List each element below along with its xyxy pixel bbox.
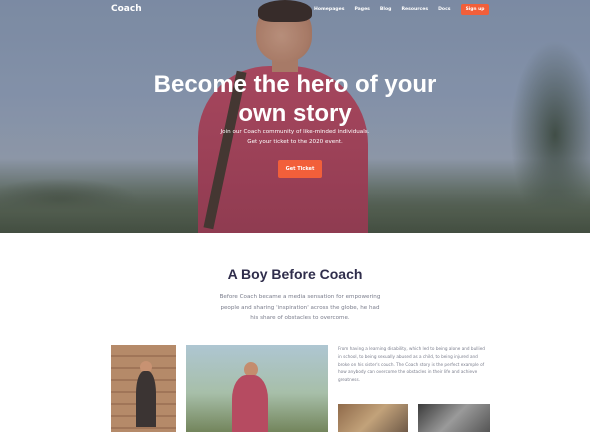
nav-item-pages[interactable]: Pages [354, 7, 369, 12]
nav-item-blog[interactable]: Blog [380, 7, 392, 12]
signup-button[interactable]: Sign up [461, 4, 489, 15]
hero-section: Coach Homepages Pages Blog Resources Doc… [0, 0, 590, 233]
hero-subtitle: Join our Coach community of like-minded … [190, 127, 400, 147]
nav-item-homepages[interactable]: Homepages [314, 7, 344, 12]
hero-title: Become the hero of your own story [150, 70, 440, 128]
nav-item-resources[interactable]: Resources [401, 7, 428, 12]
hero-title-line-1: Become the hero of your [153, 71, 437, 98]
story-title: A Boy Before Coach [227, 266, 363, 282]
top-navbar: Coach Homepages Pages Blog Resources Doc… [0, 0, 590, 20]
story-photo-reading [111, 345, 176, 432]
nav-menu: Homepages Pages Blog Resources Docs [314, 7, 451, 12]
story-intro-text: Before Coach became a media sensation fo… [205, 292, 395, 324]
story-intro-line-3: his share of obstacles to overcome. [250, 315, 350, 321]
nav-item-docs[interactable]: Docs [438, 7, 450, 12]
photo-person-body [232, 375, 268, 432]
story-photo-couple [338, 404, 408, 432]
site-logo[interactable]: Coach [111, 4, 142, 14]
story-intro-line-2: people and sharing 'inspiration' across … [220, 304, 380, 311]
story-photo-bw [418, 404, 490, 432]
photo-person-body [136, 371, 156, 427]
hero-subtitle-line-1: Join our Coach community of like-minded … [220, 129, 370, 135]
story-side-text: From having a learning disability, which… [338, 346, 485, 383]
hero-subtitle-line-2: Get your ticket to the 2020 event. [247, 139, 343, 145]
hero-title-line-2: own story [238, 100, 352, 127]
story-photo-walking [186, 345, 328, 432]
story-intro-line-1: Before Coach became a media sensation fo… [219, 294, 381, 300]
get-ticket-button[interactable]: Get Ticket [278, 160, 322, 178]
